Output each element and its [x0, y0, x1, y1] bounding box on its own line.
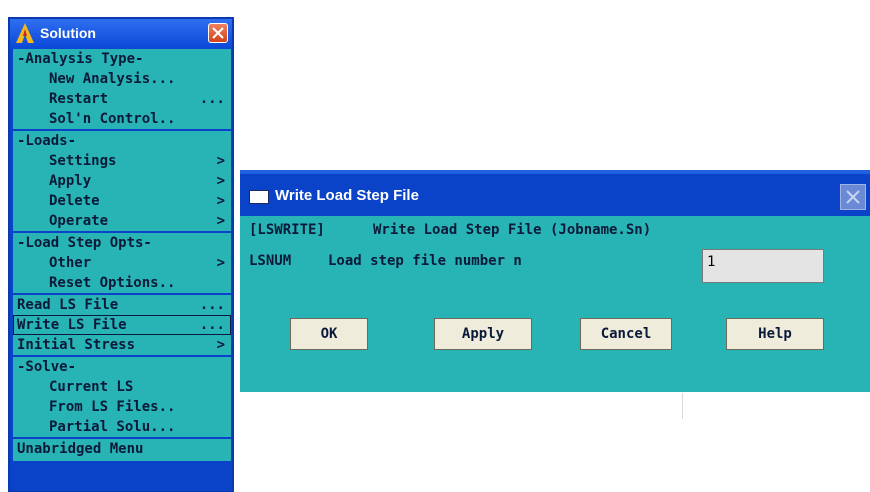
menu-item-suffix: ... [199, 317, 225, 333]
menu-item-suffix: ... [199, 91, 225, 107]
solution-menu-title: Solution [40, 25, 96, 41]
menu-item-current-ls[interactable]: Current LS [13, 377, 231, 397]
menu-item-apply[interactable]: Apply > [13, 171, 231, 191]
background-divider [682, 393, 683, 419]
menu-item-label: Current LS [49, 379, 134, 395]
menu-item-read-ls-file[interactable]: Read LS File... [13, 295, 231, 315]
menu-item-label: Other [49, 255, 92, 271]
field-label: Load step file number n [328, 253, 522, 269]
chevron-right-icon: > [216, 193, 225, 209]
menu-item-new-analysis[interactable]: New Analysis... [13, 69, 231, 89]
menu-item-label: Restart [49, 91, 109, 107]
chevron-right-icon: > [216, 213, 225, 229]
window-icon [249, 190, 269, 204]
close-icon [846, 190, 860, 204]
menu-item-label: Write LS File [17, 317, 127, 333]
menu-heading-loads: -Loads- [13, 131, 231, 151]
load-step-number-input[interactable]: 1 [702, 249, 824, 283]
dialog-close-button[interactable] [840, 184, 866, 210]
menu-item-label: -Load Step Opts- [17, 235, 152, 251]
dialog-title: Write Load Step File [275, 187, 419, 204]
menu-item-label: Read LS File [17, 297, 119, 313]
solution-menu-window: Solution -Analysis Type- New Analysis...… [8, 17, 234, 492]
menu-item-write-ls-file[interactable]: Write LS File... [13, 315, 231, 335]
menu-heading-solve: -Solve- [13, 357, 231, 377]
menu-item-label: Partial Solu... [49, 419, 176, 435]
menu-item-label: Sol'n Control.. [49, 111, 176, 127]
menu-item-label: Unabridged Menu [17, 441, 144, 457]
menu-item-label: -Analysis Type- [17, 51, 144, 67]
field-tag: LSNUM [249, 253, 292, 269]
menu-item-label: Initial Stress [17, 337, 136, 353]
help-button[interactable]: Help [726, 318, 824, 350]
command-tag: [LSWRITE] [249, 222, 325, 238]
menu-item-delete[interactable]: Delete > [13, 191, 231, 211]
apply-button[interactable]: Apply [434, 318, 532, 350]
ansys-logo-icon [16, 23, 34, 43]
chevron-right-icon: > [216, 337, 225, 353]
menu-item-unabridged-menu[interactable]: Unabridged Menu [13, 439, 231, 461]
menu-item-label: Operate [49, 213, 109, 229]
menu-item-from-ls-files[interactable]: From LS Files.. [13, 397, 231, 417]
dialog-titlebar: Write Load Step File [240, 170, 870, 216]
menu-item-reset-options[interactable]: Reset Options.. [13, 273, 231, 293]
menu-item-label: -Loads- [17, 133, 77, 149]
menu-item-label: -Solve- [17, 359, 77, 375]
menu-item-label: Delete [49, 193, 100, 209]
close-icon [212, 27, 224, 39]
close-button[interactable] [208, 23, 228, 43]
menu-item-label: Settings [49, 153, 117, 169]
menu-item-restart[interactable]: Restart... [13, 89, 231, 109]
menu-item-settings[interactable]: Settings > [13, 151, 231, 171]
menu-item-label: Reset Options.. [49, 275, 176, 291]
menu-item-partial-solu[interactable]: Partial Solu... [13, 417, 231, 437]
command-description: Write Load Step File (Jobname.Sn) [373, 222, 652, 238]
chevron-right-icon: > [216, 255, 225, 271]
chevron-right-icon: > [216, 173, 225, 189]
solution-menu-tree: -Analysis Type- New Analysis... Restart.… [13, 49, 231, 491]
menu-heading-load-step-opts: -Load Step Opts- [13, 233, 231, 253]
menu-item-soln-control[interactable]: Sol'n Control.. [13, 109, 231, 129]
menu-item-operate[interactable]: Operate > [13, 211, 231, 231]
menu-item-other[interactable]: Other > [13, 253, 231, 273]
chevron-right-icon: > [216, 153, 225, 169]
write-load-step-file-dialog: Write Load Step File [LSWRITE] Write Loa… [240, 170, 870, 392]
menu-item-label: Apply [49, 173, 92, 189]
menu-item-label: From LS Files.. [49, 399, 176, 415]
menu-item-initial-stress[interactable]: Initial Stress > [13, 335, 231, 355]
menu-item-label: New Analysis... [49, 71, 176, 87]
solution-menu-titlebar: Solution [10, 19, 232, 49]
menu-item-suffix: ... [199, 297, 225, 313]
menu-heading-analysis-type: -Analysis Type- [13, 49, 231, 69]
ok-button[interactable]: OK [290, 318, 368, 350]
cancel-button[interactable]: Cancel [580, 318, 672, 350]
